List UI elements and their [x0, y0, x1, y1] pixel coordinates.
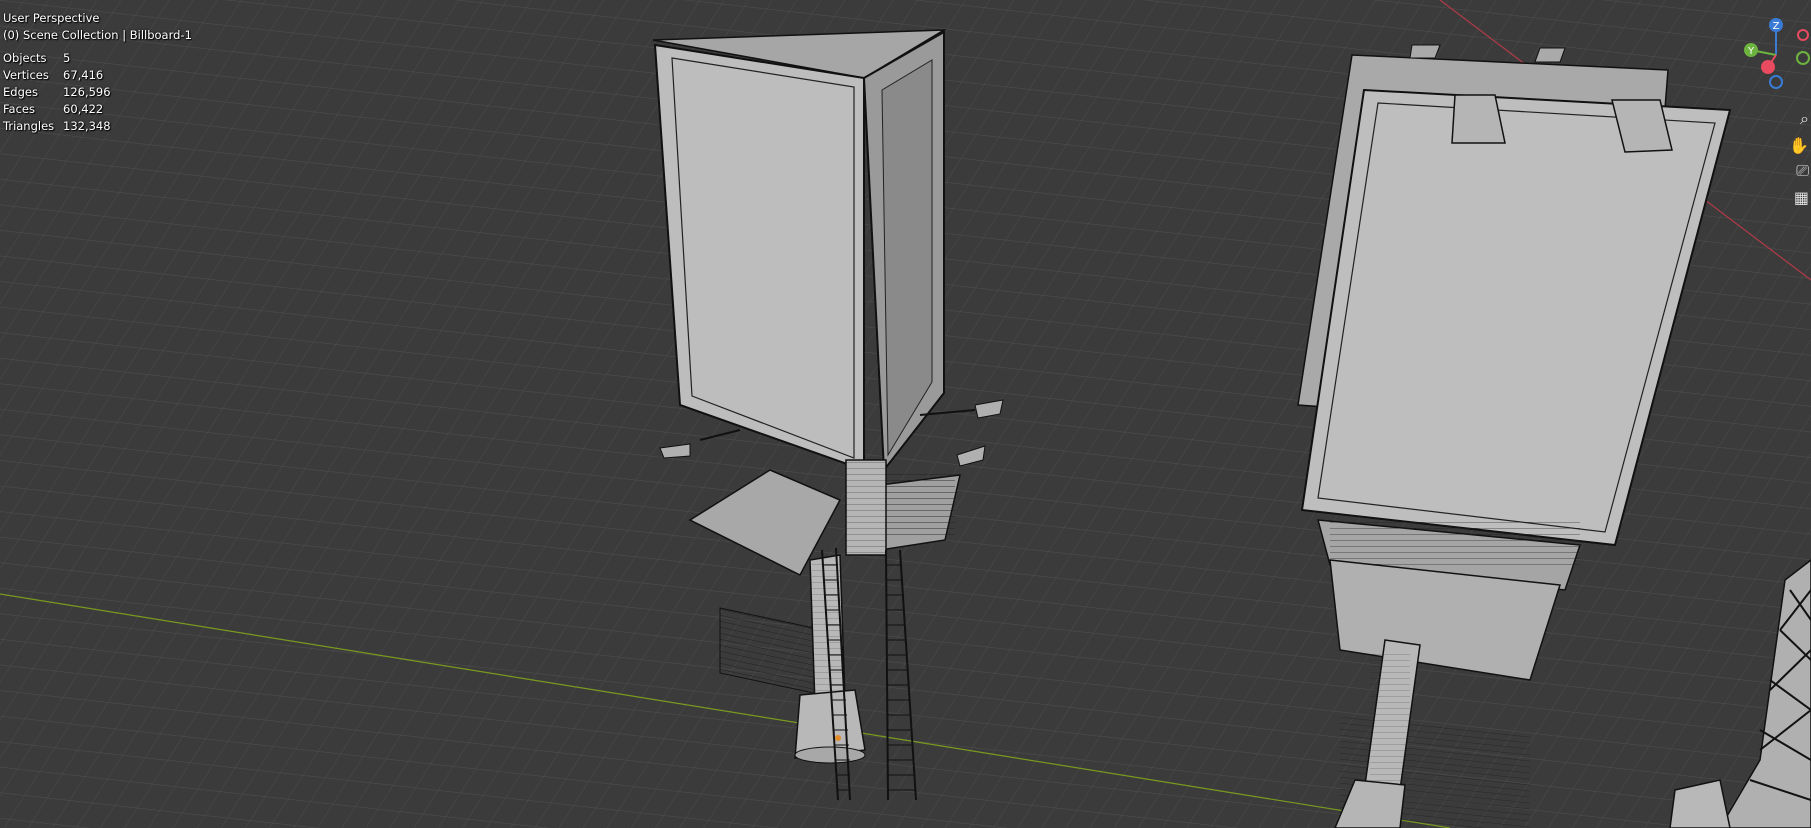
view-mode-label: User Perspective: [3, 11, 100, 25]
camera-icon[interactable]: ⎚: [1791, 158, 1811, 184]
3d-viewport[interactable]: [0, 0, 1811, 828]
stat-row-objects: Objects 5: [3, 50, 192, 67]
stat-label: Objects: [3, 51, 47, 65]
neg-z-axis-handle[interactable]: [1769, 75, 1783, 89]
stat-label: Faces: [3, 102, 35, 116]
z-axis-label: Z: [1773, 21, 1780, 32]
navigation-gizmo[interactable]: Z Y ⌕ ✋ ⎚ ▦: [1731, 10, 1811, 210]
navigation-tools: ⌕ ✋ ⎚ ▦: [1789, 106, 1811, 210]
y-axis-label: Y: [1747, 46, 1755, 57]
stat-value: 132,348: [63, 119, 111, 133]
active-collection-label: (0) Scene Collection | Billboard-1: [3, 28, 192, 42]
axis-gizmo[interactable]: Z Y: [1731, 10, 1811, 100]
neg-y-axis-handle[interactable]: [1796, 51, 1810, 65]
stat-row-vertices: Vertices 67,416: [3, 67, 192, 84]
viewport-info-overlay: User Perspective (0) Scene Collection | …: [3, 10, 192, 135]
stat-row-triangles: Triangles 132,348: [3, 118, 192, 135]
stat-value: 5: [63, 51, 71, 65]
stat-value: 67,416: [63, 68, 104, 82]
stat-label: Triangles: [3, 119, 55, 133]
stat-row-faces: Faces 60,422: [3, 101, 192, 118]
stat-label: Edges: [3, 85, 38, 99]
grid-perspective-icon[interactable]: ▦: [1791, 184, 1811, 210]
stat-value: 60,422: [63, 102, 104, 116]
x-axis-handle[interactable]: [1761, 60, 1775, 74]
scene-statistics: Objects 5 Vertices 67,416 Edges 126,596 …: [3, 50, 192, 135]
neg-x-axis-handle[interactable]: [1797, 29, 1809, 41]
stat-label: Vertices: [3, 68, 49, 82]
stat-row-edges: Edges 126,596: [3, 84, 192, 101]
hand-pan-icon[interactable]: ✋: [1789, 132, 1811, 158]
zoom-icon[interactable]: ⌕: [1791, 106, 1811, 132]
stat-value: 126,596: [63, 85, 111, 99]
